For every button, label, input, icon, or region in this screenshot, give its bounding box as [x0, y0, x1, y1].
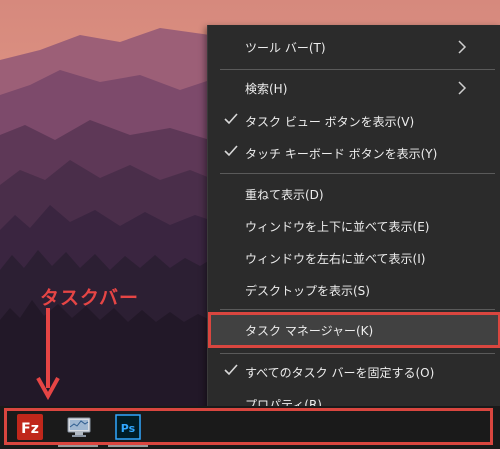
chevron-right-icon — [458, 81, 467, 95]
svg-text:Ps: Ps — [121, 422, 136, 435]
menu-item-toolbar[interactable]: ツール バー(T) — [208, 31, 500, 63]
menu-separator — [220, 69, 495, 70]
menu-item-label: ウィンドウを上下に並べて表示(E) — [245, 220, 430, 234]
menu-item-touch-keyboard[interactable]: タッチ キーボード ボタンを表示(Y) — [208, 137, 500, 169]
taskbar-running-indicator — [108, 445, 148, 447]
menu-item-task-manager[interactable]: タスク マネージャー(K) — [208, 312, 500, 348]
filezilla-icon[interactable]: Fz — [15, 412, 45, 442]
menu-separator — [220, 173, 495, 174]
menu-item-label: デスクトップを表示(S) — [245, 284, 370, 298]
menu-item-label: ウィンドウを左右に並べて表示(I) — [245, 252, 426, 266]
photoshop-icon[interactable]: Ps — [113, 412, 143, 442]
menu-item-lock-taskbar[interactable]: すべてのタスク バーを固定する(O) — [208, 356, 500, 388]
chevron-right-icon — [458, 40, 467, 54]
menu-item-label: ツール バー(T) — [245, 41, 326, 55]
menu-separator — [220, 309, 495, 310]
menu-item-side-by-side[interactable]: ウィンドウを左右に並べて表示(I) — [208, 242, 500, 274]
down-arrow-icon — [36, 308, 60, 400]
checkmark-icon — [224, 364, 238, 376]
taskbar-context-menu: ツール バー(T) 検索(H) タスク ビュー ボタンを表示(V) タッチ キー… — [207, 25, 500, 410]
menu-item-label: 検索(H) — [245, 82, 288, 96]
network-monitor-icon[interactable] — [64, 412, 94, 442]
menu-item-label: タスク ビュー ボタンを表示(V) — [245, 115, 415, 129]
menu-item-label: タスク マネージャー(K) — [245, 324, 374, 338]
menu-item-label: すべてのタスク バーを固定する(O) — [245, 366, 435, 380]
menu-item-show-desktop[interactable]: デスクトップを表示(S) — [208, 274, 500, 306]
taskbar-annotation-label: タスクバー — [40, 287, 140, 309]
menu-item-label: 重ねて表示(D) — [245, 188, 324, 202]
checkmark-icon — [224, 145, 238, 157]
menu-separator — [220, 353, 495, 354]
menu-item-task-view[interactable]: タスク ビュー ボタンを表示(V) — [208, 105, 500, 137]
menu-item-cascade[interactable]: 重ねて表示(D) — [208, 178, 500, 210]
taskbar-running-indicator — [58, 445, 98, 447]
svg-text:Fz: Fz — [21, 421, 39, 437]
checkmark-icon — [224, 113, 238, 125]
menu-item-search[interactable]: 検索(H) — [208, 72, 500, 104]
menu-item-label: タッチ キーボード ボタンを表示(Y) — [245, 147, 438, 161]
menu-item-stack[interactable]: ウィンドウを上下に並べて表示(E) — [208, 210, 500, 242]
